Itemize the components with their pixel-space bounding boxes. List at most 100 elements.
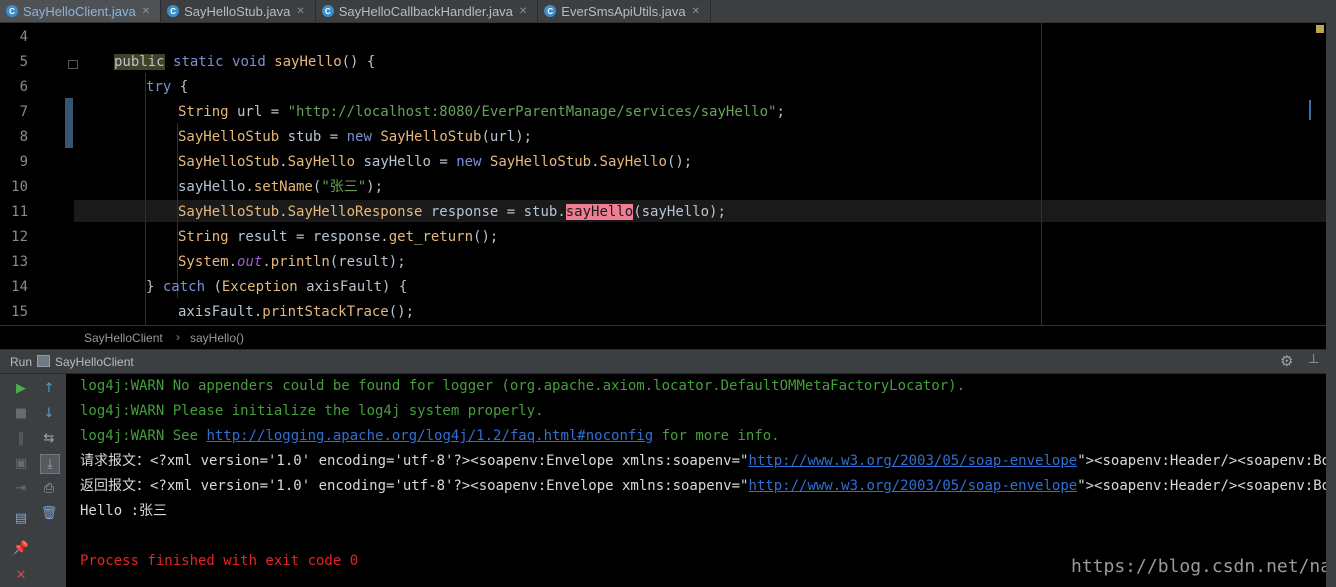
code-line[interactable]: public static void sayHello() { xyxy=(114,50,375,75)
code-line[interactable]: axisFault.printStackTrace(); xyxy=(178,300,414,325)
code-token: SayHelloStub xyxy=(178,129,280,145)
console-line: 请求报文：<?xml version='1.0' encoding='utf-8… xyxy=(80,449,1326,474)
code-line[interactable]: SayHelloStub stub = new SayHelloStub(url… xyxy=(178,125,532,150)
line-number: 8 xyxy=(19,129,28,145)
code-area[interactable]: public static void sayHello() {try {Stri… xyxy=(74,23,1326,325)
watermark: https://blog.csdn.net/nanshaowei xyxy=(1071,556,1326,577)
code-token: String xyxy=(178,104,229,120)
down-arrow-icon[interactable]: ↓ xyxy=(40,404,58,422)
code-token: (url); xyxy=(481,129,533,145)
code-token: setName xyxy=(253,179,313,195)
console-text: "><soapenv:Header/><soapenv:Body><ns xyxy=(1077,453,1326,469)
code-line[interactable]: sayHello.setName("张三"); xyxy=(178,175,383,200)
close-tab-icon[interactable]: ✕ xyxy=(142,6,150,17)
code-token: catch xyxy=(162,279,206,295)
soft-wrap-icon[interactable]: ⇆ xyxy=(40,429,58,447)
close-tab-icon[interactable]: ✕ xyxy=(519,6,527,17)
rerun-icon[interactable]: ▶ xyxy=(12,379,30,397)
dump-threads-icon[interactable]: ▣ xyxy=(12,454,30,472)
layout-icon[interactable]: ▤ xyxy=(12,509,30,527)
console-text: 请求报文：<?xml version='1.0' encoding='utf-8… xyxy=(80,453,749,469)
line-number: 14 xyxy=(11,279,28,295)
minimize-icon[interactable]: ⊥ xyxy=(1308,351,1319,367)
up-arrow-icon[interactable]: ↑ xyxy=(40,379,58,397)
run-config-icon xyxy=(37,355,50,367)
console-link[interactable]: http://logging.apache.org/log4j/1.2/faq.… xyxy=(206,428,653,444)
code-token: url = xyxy=(228,104,288,120)
code-token: result = response. xyxy=(228,229,389,245)
console-line: Process finished with exit code 0 xyxy=(80,549,358,574)
code-line[interactable]: System.out.println(result); xyxy=(178,250,406,275)
code-line[interactable]: } catch (Exception axisFault) { xyxy=(146,275,407,300)
code-token: . xyxy=(228,254,238,270)
trash-icon[interactable]: 🗑 xyxy=(40,504,58,522)
code-token: new xyxy=(346,129,372,145)
close-tab-icon[interactable]: ✕ xyxy=(692,6,700,17)
code-line[interactable]: String result = response.get_return(); xyxy=(178,225,498,250)
code-line[interactable]: SayHelloStub.SayHelloResponse response =… xyxy=(178,200,726,225)
stop-icon[interactable]: ■ xyxy=(12,404,30,422)
java-class-icon: C xyxy=(321,5,334,17)
console-line: log4j:WARN See http://logging.apache.org… xyxy=(80,424,780,449)
breadcrumb-separator: › xyxy=(176,330,180,344)
editor-tabs: C SayHelloClient.java ✕ C SayHelloStub.java ✕… xyxy=(0,0,1326,23)
code-token: () { xyxy=(341,54,376,70)
console-output[interactable]: https://blog.csdn.net/nanshaowei log4j:W… xyxy=(66,374,1326,587)
console-link[interactable]: http://www.w3.org/2003/05/soap-envelope xyxy=(748,478,1077,494)
code-token: ; xyxy=(776,104,785,120)
console-text: Process finished with exit code 0 xyxy=(80,553,359,569)
code-token: sayHello. xyxy=(178,179,254,195)
console-text: "><soapenv:Header/><soapenv:Body><ns xyxy=(1077,478,1326,494)
inspection-status-icon[interactable] xyxy=(1316,25,1324,33)
console-text: 返回报文：<?xml version='1.0' encoding='utf-8… xyxy=(80,478,749,494)
line-number: 12 xyxy=(11,229,28,245)
code-token: . xyxy=(591,154,600,170)
code-token: try xyxy=(146,79,172,95)
java-class-icon: C xyxy=(167,5,180,17)
code-line[interactable]: String url = "http://localhost:8080/Ever… xyxy=(178,100,785,125)
console-link[interactable]: http://www.w3.org/2003/05/soap-envelope xyxy=(748,453,1077,469)
tab-sayhellostub[interactable]: C SayHelloStub.java ✕ xyxy=(161,0,316,22)
code-token: SayHelloStub xyxy=(380,129,482,145)
settings-gear-icon[interactable]: ⚙ xyxy=(1280,352,1293,370)
line-number: 15 xyxy=(11,304,28,320)
tab-sayhelloclient[interactable]: C SayHelloClient.java ✕ xyxy=(0,0,162,22)
tab-label: EverSmsApiUtils.java xyxy=(561,3,686,19)
code-editor[interactable]: 4 5 6 7 8 9 10 11 12 13 14 15 public static void sa… xyxy=(0,23,1326,325)
pin-icon[interactable]: 📌 xyxy=(12,539,30,557)
close-tab-icon[interactable]: ✕ xyxy=(296,6,304,17)
code-token: axisFault. xyxy=(178,304,263,320)
pause-icon[interactable]: ‖ xyxy=(12,429,30,447)
console-line: Hello :张三 xyxy=(80,499,167,524)
code-token: String xyxy=(178,229,229,245)
java-class-icon: C xyxy=(6,5,18,17)
close-icon[interactable]: ✕ xyxy=(12,566,30,584)
code-token: axisFault) { xyxy=(297,279,408,295)
line-number: 10 xyxy=(11,179,28,195)
tab-label: SayHelloStub.java xyxy=(184,3,291,19)
line-number: 13 xyxy=(11,254,28,270)
code-token: { xyxy=(171,79,189,95)
tab-eversmsapiutils[interactable]: C EverSmsApiUtils.java ✕ xyxy=(538,0,711,22)
code-line[interactable]: SayHelloStub.SayHello sayHello = new Say… xyxy=(178,150,692,175)
code-token: SayHello xyxy=(287,154,356,170)
code-line[interactable]: try { xyxy=(146,75,188,100)
console-text: log4j:WARN See xyxy=(80,428,207,444)
vcs-change-marker xyxy=(65,98,73,148)
console-text: Hello :张三 xyxy=(80,503,168,519)
print-icon[interactable]: ⎙ xyxy=(40,479,58,497)
exit-icon[interactable]: ⇥ xyxy=(12,479,30,497)
code-token: sayHello = xyxy=(355,154,457,170)
tab-label: SayHelloClient.java xyxy=(23,3,136,19)
code-token: SayHello xyxy=(599,154,667,170)
run-config-name[interactable]: SayHelloClient xyxy=(55,355,134,369)
breadcrumb-class[interactable]: SayHelloClient xyxy=(84,331,163,345)
line-number: 9 xyxy=(19,154,28,170)
code-token: SayHelloStub xyxy=(489,154,592,170)
console-line: log4j:WARN No appenders could be found f… xyxy=(80,374,965,399)
scroll-to-end-icon[interactable]: ⤓ xyxy=(40,454,60,474)
tab-sayhellocallbackhandler[interactable]: C SayHelloCallbackHandler.java ✕ xyxy=(316,0,539,22)
breadcrumb-method[interactable]: sayHello() xyxy=(190,331,244,345)
